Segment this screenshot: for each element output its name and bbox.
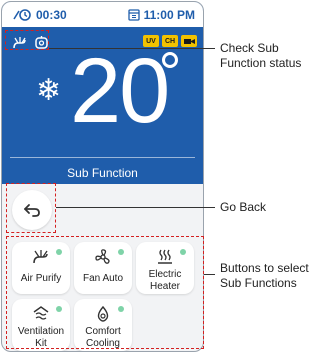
back-button-highlight: [6, 183, 56, 233]
callout-check-line2: Function status: [220, 56, 302, 70]
off-timer-icon: [12, 8, 32, 22]
clock-status: 11:00 PM: [127, 7, 195, 22]
camera-badge-icon: [181, 35, 197, 47]
callout-select-line1: Buttons to select: [220, 261, 309, 275]
clock-time: 11:00 PM: [143, 7, 195, 22]
status-bar: 00:30 11:00 PM: [2, 2, 203, 27]
timer-status: 00:30: [12, 8, 67, 22]
temperature-value: 20: [70, 40, 170, 142]
divider: [10, 157, 195, 158]
callout-line-select: [204, 274, 215, 275]
callout-line-back: [56, 207, 215, 208]
callout-check-line1: Check Sub: [220, 41, 279, 55]
callout-go-back: Go Back: [220, 200, 267, 214]
degree-symbol: [162, 52, 178, 68]
temperature-display: ❄ 20: [2, 45, 203, 150]
sub-function-title: Sub Function: [67, 166, 138, 180]
callout-select-sub-functions: Buttons to select Sub Functions: [220, 261, 309, 291]
callout-check-status: Check Sub Function status: [220, 41, 301, 71]
callout-select-line2: Sub Functions: [220, 276, 297, 290]
cooling-mode-icon: ❄: [36, 74, 62, 107]
callout-line-check: [49, 48, 215, 49]
left-time: 00:30: [36, 7, 67, 22]
status-icons-highlight: [5, 30, 49, 50]
calendar-icon: [127, 8, 140, 21]
tiles-highlight: [6, 236, 204, 349]
